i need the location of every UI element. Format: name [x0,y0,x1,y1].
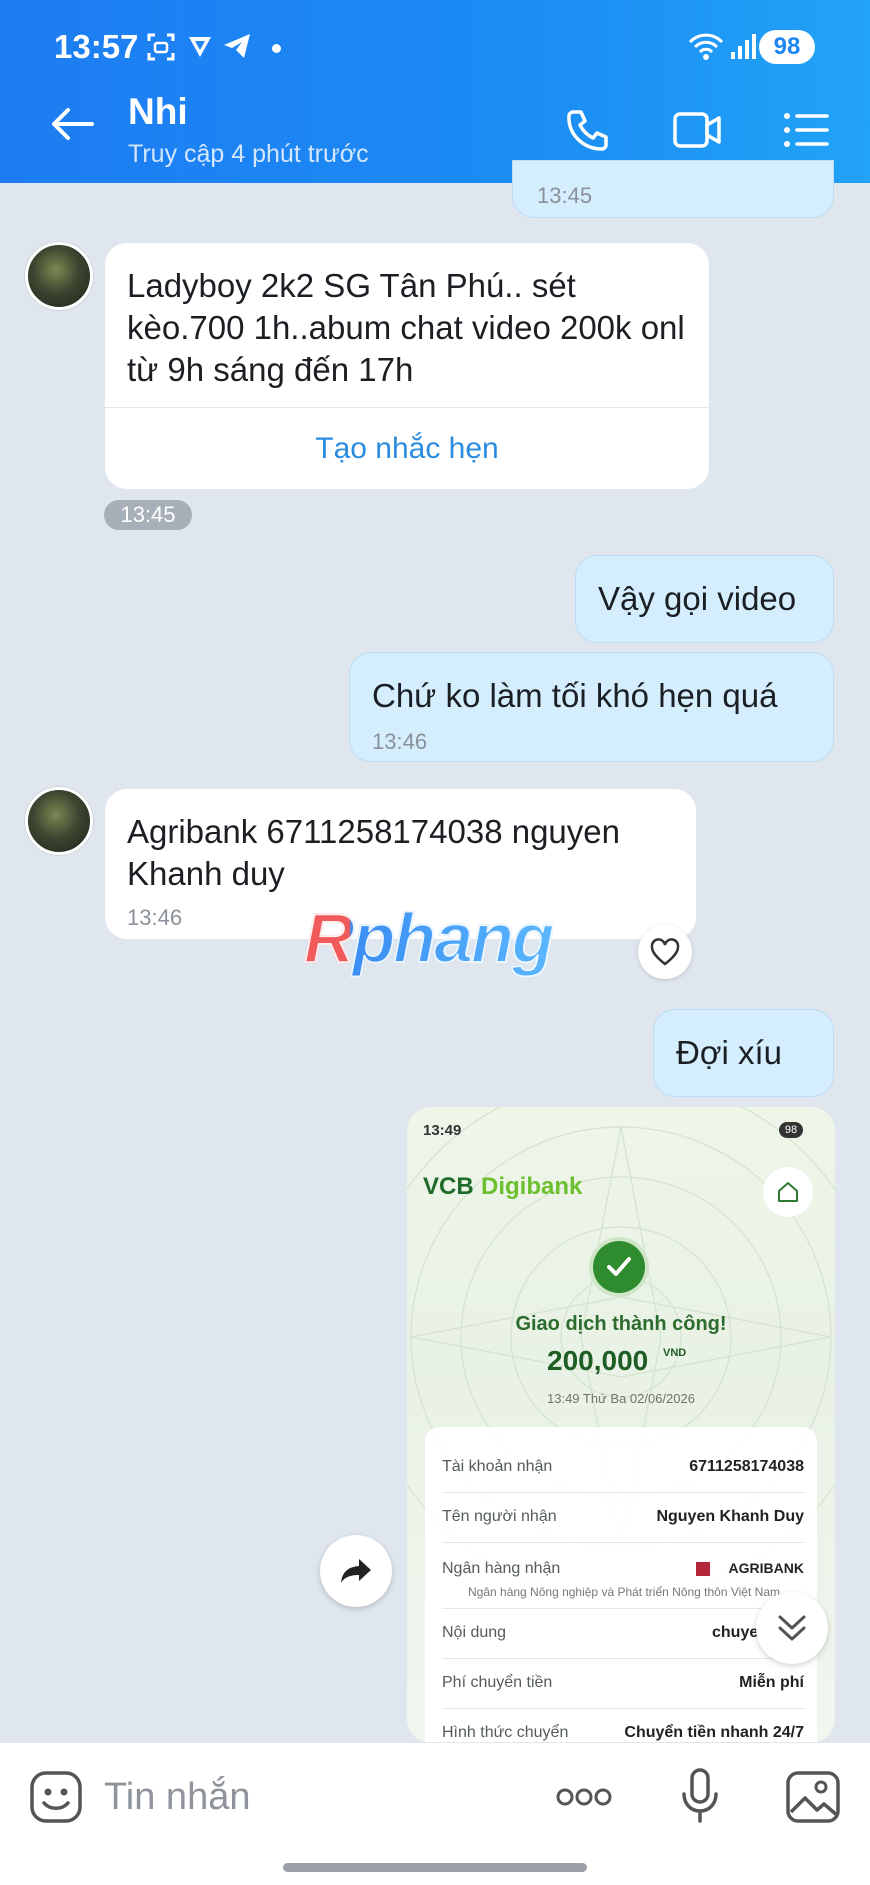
voice-call-icon[interactable] [565,108,609,152]
message-text: Chứ ko làm tối khó hẹn quá [372,677,778,714]
row-value: Chuyển tiền nhanh 24/7 [624,1724,804,1741]
message-bubble-out[interactable]: Vậy gọi video [575,555,834,643]
message-text: Agribank 6711258174038 nguyen Khanh duy [127,813,620,892]
wifi-icon [688,33,724,60]
telegram-icon [224,34,250,58]
agribank-logo-icon [696,1562,710,1576]
message-time: 13:46 [127,905,183,930]
home-indicator[interactable] [283,1863,587,1872]
row-subtext: Ngân hàng Nông nghiệp và Phát triển Nông… [468,1585,780,1599]
vpn-shield-icon [189,37,211,57]
double-chevron-down-icon [778,1615,806,1641]
heart-icon [650,938,680,966]
message-text: Vậy gọi video [598,580,797,617]
status-time: 13:57 [54,28,139,65]
vcb-logo-text: VCB [423,1173,474,1200]
share-forward-button[interactable] [320,1535,392,1607]
message-time: 13:46 [372,729,428,754]
menu-list-icon[interactable] [783,112,829,148]
receipt-battery: 98 [779,1122,803,1138]
receipt-status-time: 13:49 [423,1122,462,1139]
last-seen-status: Truy cập 4 phút trước [128,140,369,168]
back-arrow-icon[interactable] [50,108,94,140]
message-time-badge: 13:45 [104,500,192,530]
receipt-home-button [763,1167,813,1217]
receipt-row: Nội dung chuye [442,1608,804,1659]
row-value: chuye [712,1624,759,1641]
forward-arrow-icon [341,1559,371,1583]
row-label: Phí chuyển tiền [442,1674,553,1691]
notification-dot-icon [272,44,281,53]
react-heart-button[interactable] [638,925,692,979]
row-value: Miễn phí [739,1674,804,1691]
transaction-amount: 200,000 [547,1345,649,1376]
message-bubble-in[interactable]: Ladyboy 2k2 SG Tân Phú.. sét kèo.700 1h.… [105,243,709,489]
row-label: Hình thức chuyển [442,1724,569,1741]
row-label: Ngân hàng nhận [442,1560,561,1577]
create-reminder-button[interactable]: Tạo nhắc hẹn [105,409,709,489]
digibank-logo-text: Digibank [481,1173,583,1200]
message-text: Đợi xíu [676,1034,782,1071]
receipt-row: Tên người nhận Nguyen Khanh Duy [442,1492,804,1543]
receipt-row: Hình thức chuyển Chuyển tiền nhanh 24/7 [442,1708,804,1743]
message-bubble-out[interactable]: Chứ ko làm tối khó hẹn quá 13:46 [349,652,834,762]
transaction-datetime: 13:49 Thứ Ba 02/06/2026 [547,1391,695,1406]
message-input[interactable]: Tin nhắn [104,1776,250,1819]
signal-icon [731,34,756,59]
transaction-status: Giao dịch thành công! [515,1313,727,1335]
home-icon [778,1182,798,1202]
message-bubble-out[interactable]: Đợi xíu [653,1009,834,1097]
avatar[interactable] [25,242,93,310]
row-value: Nguyen Khanh Duy [656,1508,804,1525]
battery-indicator: 98 [759,30,815,64]
row-value: 6711258174038 [689,1458,804,1475]
more-options-icon[interactable] [556,1784,612,1810]
row-value: AGRIBANK [728,1560,804,1576]
video-call-icon[interactable] [672,110,722,150]
message-time: 13:45 [537,183,593,208]
chat-header: 13:57 98 Nhi Truy cập 4 phút trước [0,0,870,183]
receipt-row: Ngân hàng nhận AGRIBANK Ngân hàng Nông n… [442,1542,804,1609]
scroll-down-button[interactable] [756,1592,828,1664]
receipt-row: Tài khoản nhận 6711258174038 [442,1442,804,1493]
message-bubble-out[interactable]: 13:45 [512,160,834,218]
success-check-icon [593,1241,645,1293]
screenshot-icon [147,33,175,61]
contact-name[interactable]: Nhi [128,91,188,133]
message-text: Ladyboy 2k2 SG Tân Phú.. sét kèo.700 1h.… [127,267,685,388]
row-label: Tên người nhận [442,1508,557,1525]
sticker-emoji-icon[interactable] [29,1770,83,1824]
image-gallery-icon[interactable] [785,1770,841,1824]
divider [105,407,709,408]
microphone-icon[interactable] [681,1768,719,1824]
row-label: Nội dung [442,1624,507,1641]
currency-label: VND [663,1347,687,1359]
avatar[interactable] [25,787,93,855]
receipt-row: Phí chuyển tiền Miễn phí [442,1658,804,1709]
watermark-logo: Rphang [303,898,556,978]
row-label: Tài khoản nhận [442,1458,553,1475]
